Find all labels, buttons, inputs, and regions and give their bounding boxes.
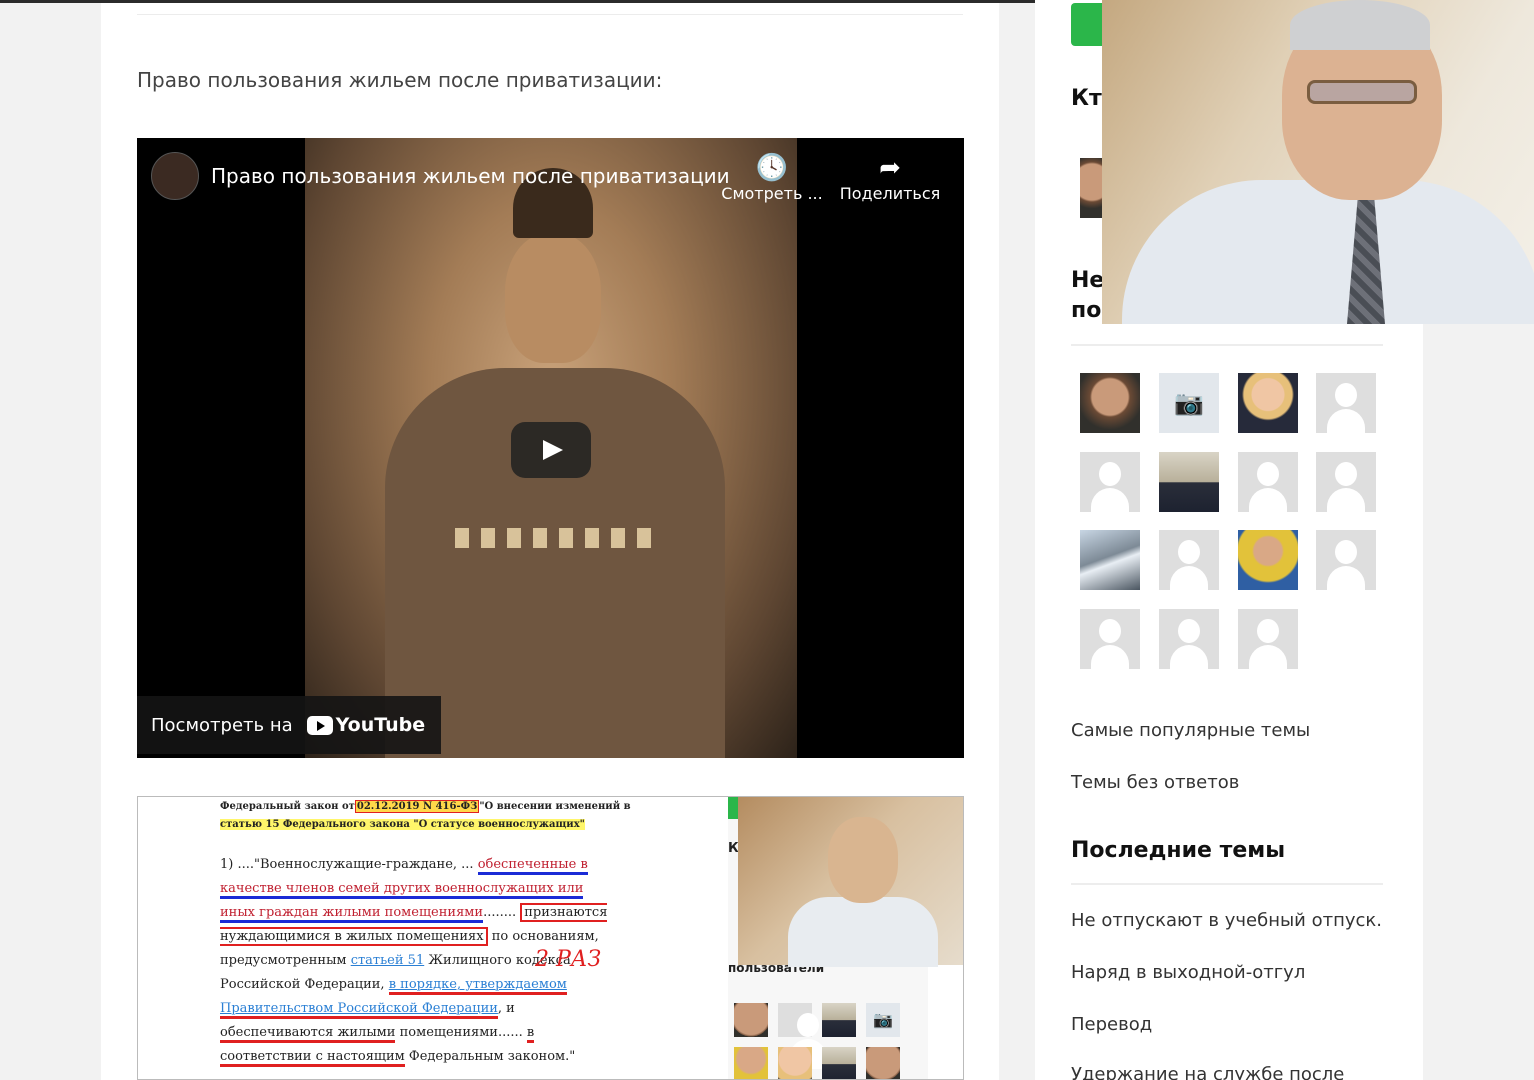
default-avatar[interactable] [1316,530,1376,590]
mini-webcam [738,797,963,967]
new-users-heading-line1: Не [1071,268,1105,293]
channel-avatar[interactable] [151,152,199,200]
share-arrow-icon: ➦ [879,153,901,183]
mini-avatar [778,1047,812,1079]
mini-avatar [778,1003,827,1069]
latest-topics-heading: Последние темы [1071,838,1286,863]
video-title[interactable]: Право пользования жильем после приватиза… [211,164,730,188]
unanswered-topics-link[interactable]: Темы без ответов [1071,772,1239,793]
mini-avatar [734,1003,768,1037]
webcam-overlay [1102,0,1534,324]
default-avatar[interactable] [1316,452,1376,512]
youtube-embed[interactable]: Право пользования жильем после приватиза… [137,138,964,758]
mini-avatar [822,1047,856,1079]
user-avatar[interactable] [1080,158,1104,218]
user-avatar[interactable] [1080,530,1140,590]
default-avatar[interactable] [1080,609,1140,669]
mini-avatar [734,1047,768,1079]
user-avatar[interactable] [1238,373,1298,433]
watch-on-label: Посмотреть на [151,714,293,736]
mini-avatar: 📷 [866,1003,900,1037]
topic-link[interactable]: Перевод [1071,1014,1152,1035]
article-intro: Право пользования жильем после приватиза… [137,68,663,92]
default-avatar[interactable] [1080,452,1140,512]
divider [1071,883,1383,885]
default-avatar[interactable] [1238,609,1298,669]
clock-icon: 🕓 [755,153,789,183]
camera-icon[interactable]: 📷 [1159,373,1219,433]
popular-topics-link[interactable]: Самые популярные темы [1071,720,1310,741]
watch-later-label: Смотреть ... [721,184,823,203]
default-avatar[interactable] [1238,452,1298,512]
mini-avatar [866,1047,900,1079]
default-avatar[interactable] [1316,373,1376,433]
watch-on-youtube-button[interactable]: Посмотреть на YouTube [137,696,442,754]
play-button[interactable] [511,422,591,478]
user-avatar[interactable] [1238,530,1298,590]
share-label: Поделиться [839,184,941,203]
share-button[interactable]: ➦ Поделиться [835,152,945,203]
topic-link[interactable]: Наряд в выходной-отгул [1071,962,1305,983]
divider [137,14,963,15]
default-avatar[interactable] [1159,530,1219,590]
watch-later-button[interactable]: 🕓 Смотреть ... [717,152,827,203]
handwritten-note: 2 РАЗ [535,947,602,972]
topic-link[interactable]: Не отпускают в учебный отпуск. [1071,910,1382,931]
user-avatar[interactable] [1080,373,1140,433]
new-users-heading-line2: по [1071,298,1102,323]
glasses [1307,80,1417,104]
mini-avatar [822,1003,856,1037]
law-document: Федеральный закон от 02.12.2019 N 416-ФЗ "… [190,797,690,1079]
topic-link[interactable]: Удержание на службе после [1071,1064,1344,1080]
youtube-play-icon [306,715,333,735]
default-avatar[interactable] [1159,609,1219,669]
user-avatar[interactable] [1159,452,1219,512]
embedded-video-screenshot: Федеральный закон от 02.12.2019 N 416-ФЗ "… [137,796,964,1080]
divider [1071,344,1383,346]
youtube-logo: YouTube [306,714,425,736]
